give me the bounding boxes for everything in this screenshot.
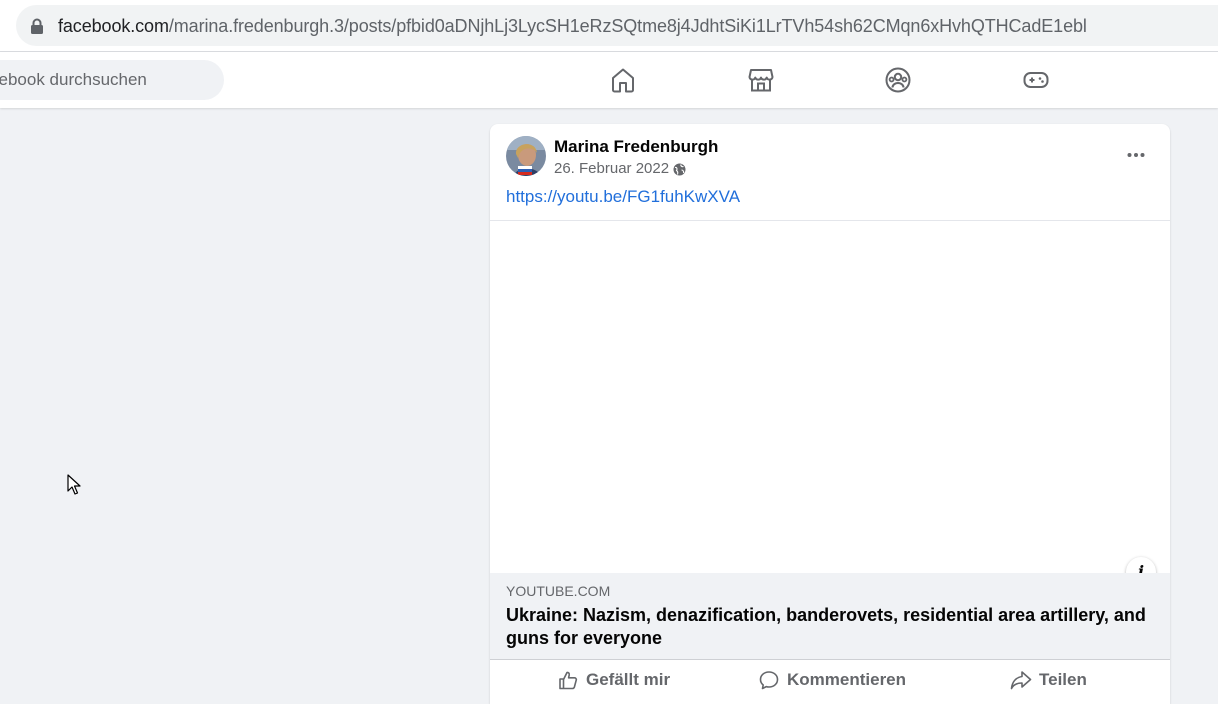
browser-address-bar: facebook.com/marina.fredenburgh.3/posts/…	[0, 0, 1218, 52]
home-icon[interactable]	[609, 66, 637, 94]
post-link[interactable]: https://youtu.be/FG1fuhKwXVA	[506, 187, 740, 207]
link-preview-domain: YOUTUBE.COM	[506, 583, 611, 599]
like-label: Gefällt mir	[586, 670, 671, 689]
comment-button[interactable]: Kommentieren	[759, 668, 909, 692]
share-button[interactable]: Teilen	[1010, 668, 1090, 692]
url-path: /marina.fredenburgh.3/posts/pfbid0aDNjhL…	[168, 16, 1087, 36]
gaming-icon[interactable]	[1022, 66, 1050, 94]
comment-label: Kommentieren	[787, 670, 907, 689]
mouse-cursor-icon	[67, 474, 81, 495]
url-domain: facebook.com	[58, 16, 169, 36]
like-button[interactable]: Gefällt mir	[558, 668, 678, 692]
share-icon	[1010, 671, 1032, 690]
lock-icon[interactable]	[30, 18, 44, 34]
post-action-bar: Gefällt mir Kommentieren Teilen	[490, 659, 1170, 704]
marketplace-icon[interactable]	[747, 66, 775, 94]
thumbs-up-icon	[559, 671, 578, 690]
post-card: Marina Fredenburgh 26. Februar 2022 · ht…	[490, 124, 1170, 704]
post-date[interactable]: 26. Februar 2022 ·	[554, 160, 678, 178]
url-text[interactable]: facebook.com/marina.fredenburgh.3/posts/…	[58, 15, 1087, 37]
comment-icon	[759, 671, 779, 690]
link-preview[interactable]: YOUTUBE.COM Ukraine: Nazism, denazificat…	[490, 573, 1170, 659]
facebook-top-bar: cebook durchsuchen	[0, 52, 1218, 108]
video-embed[interactable]	[490, 220, 1170, 573]
author-name[interactable]: Marina Fredenburgh	[554, 137, 718, 157]
link-preview-title: Ukraine: Nazism, denazification, bandero…	[506, 605, 1146, 648]
globe-icon	[673, 163, 686, 176]
search-placeholder: cebook durchsuchen	[0, 70, 147, 89]
share-label: Teilen	[1039, 670, 1087, 689]
avatar[interactable]	[506, 136, 546, 176]
groups-icon[interactable]	[884, 66, 912, 94]
more-options-button[interactable]	[1120, 139, 1152, 171]
